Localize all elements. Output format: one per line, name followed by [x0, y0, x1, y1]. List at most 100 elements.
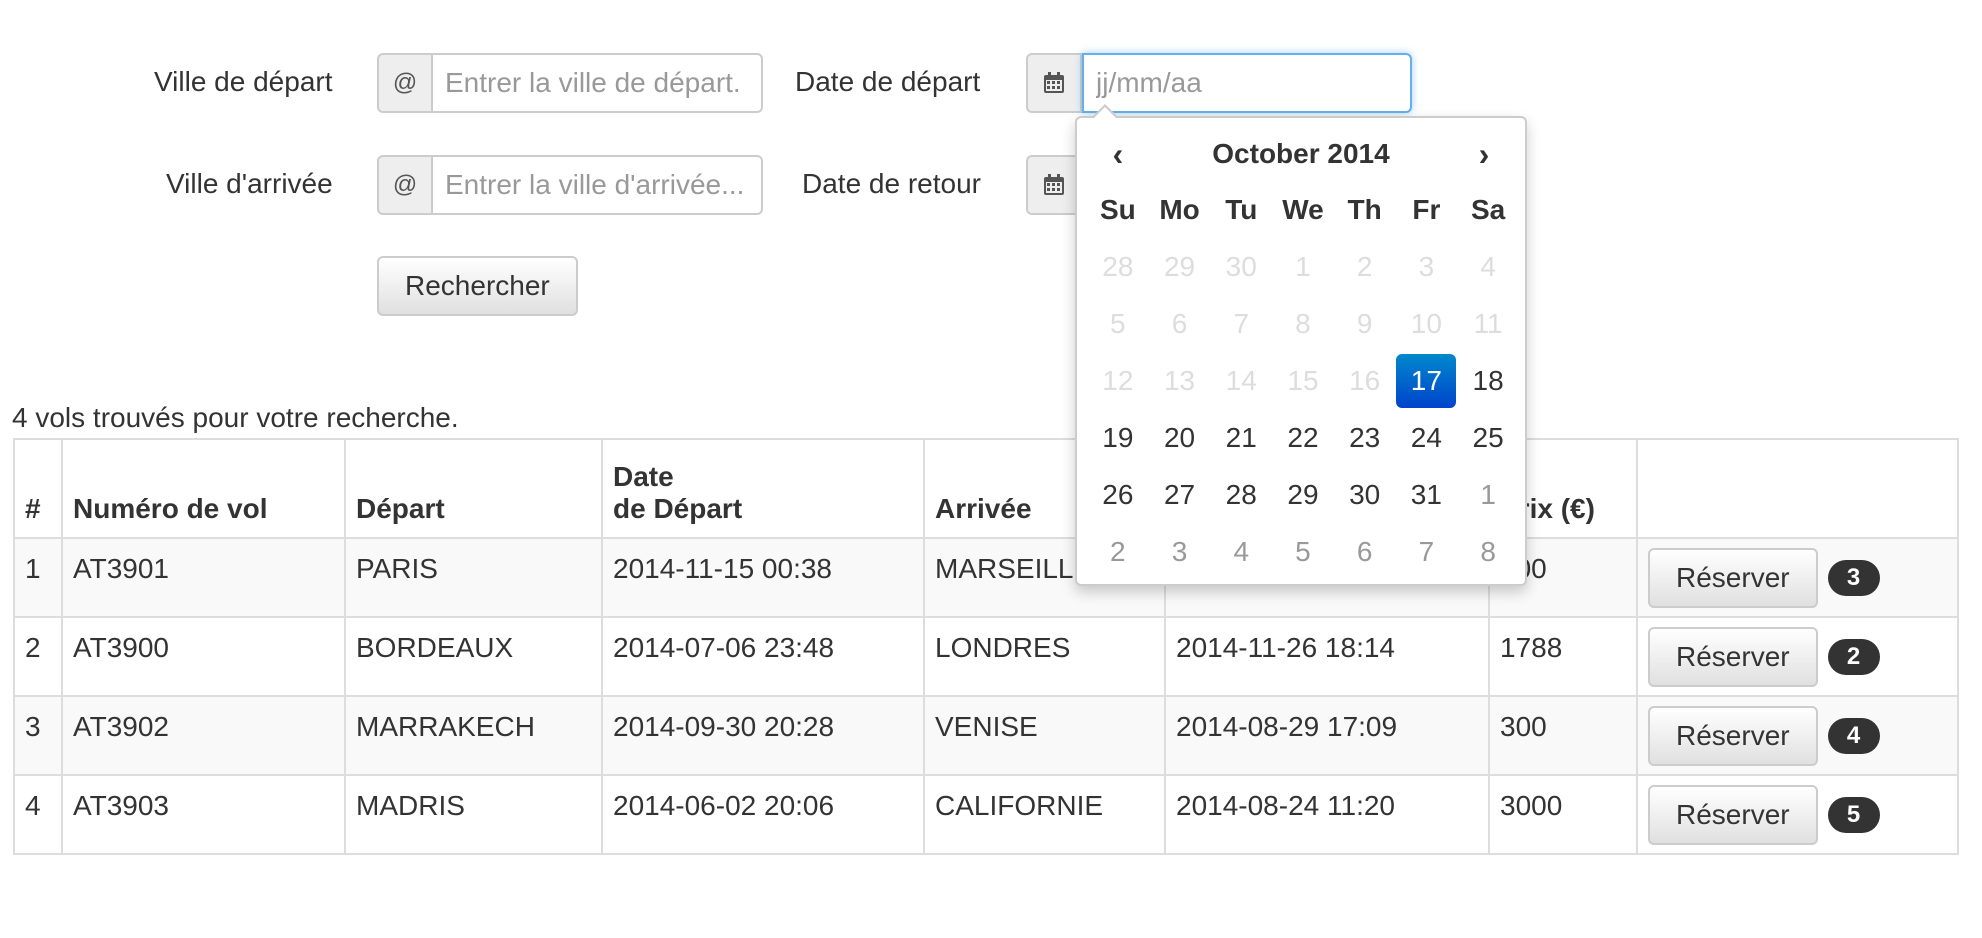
- calendar-day[interactable]: 6: [1334, 523, 1396, 580]
- datepicker-popup: ‹ October 2014 › Su Mo Tu We Th Fr Sa 28 29 30 1 2…: [1075, 104, 1527, 586]
- calendar-day[interactable]: 2: [1087, 523, 1149, 580]
- reserve-button[interactable]: Réserver: [1648, 626, 1818, 687]
- calendar-day-label: 10: [1410, 307, 1442, 339]
- calendar-week: 5 6 7 8 9 10 11: [1087, 295, 1519, 352]
- chevron-left-icon[interactable]: ‹: [1087, 136, 1149, 173]
- calendar-day[interactable]: 25: [1457, 409, 1519, 466]
- ville-arrivee-label: Ville d'arrivée: [166, 168, 333, 199]
- reserve-button[interactable]: Réserver: [1648, 705, 1818, 766]
- calendar-day-label: 3: [1418, 250, 1435, 282]
- ville-arrivee-input[interactable]: [433, 155, 763, 215]
- reserve-button[interactable]: Réserver: [1648, 547, 1818, 608]
- cell-actions: Réserver 3: [1636, 537, 1959, 618]
- calendar-day[interactable]: 31: [1396, 466, 1458, 523]
- cell-date-depart: 2014-06-02 20:06: [601, 774, 925, 855]
- cell-date-depart: 2014-07-06 23:48: [601, 616, 925, 697]
- calendar-day[interactable]: 19: [1087, 409, 1149, 466]
- weekday-header: Sa: [1470, 194, 1506, 225]
- calendar-icon[interactable]: [1026, 53, 1082, 113]
- calendar-day[interactable]: 7: [1396, 523, 1458, 580]
- calendar-day[interactable]: 1: [1457, 466, 1519, 523]
- col-header-date-line2: de Départ: [613, 493, 743, 524]
- calendar-icon[interactable]: [1026, 155, 1082, 215]
- datepicker-grid: Su Mo Tu We Th Fr Sa 28 29 30 1 2 3 4 5 6 7 8 9 10 11 12 13 14…: [1087, 182, 1519, 580]
- calendar-day: 13: [1149, 352, 1211, 409]
- calendar-day[interactable]: 28: [1210, 466, 1272, 523]
- datepicker-title[interactable]: October 2014: [1149, 138, 1453, 170]
- calendar-day-selected[interactable]: 17: [1396, 352, 1458, 409]
- date-depart-input[interactable]: [1082, 53, 1412, 113]
- col-header-date-line1: Date: [613, 461, 674, 492]
- calendar-day-label: 9: [1356, 307, 1373, 339]
- calendar-day-label: 13: [1163, 364, 1196, 396]
- calendar-day: 11: [1457, 295, 1519, 352]
- calendar-day[interactable]: 20: [1149, 409, 1211, 466]
- calendar-week: 28 29 30 1 2 3 4: [1087, 238, 1519, 295]
- cell-date-arrivee: 2014-11-26 18:14: [1164, 616, 1490, 697]
- calendar-day-label: 22: [1287, 421, 1319, 453]
- calendar-day[interactable]: 26: [1087, 466, 1149, 523]
- calendar-day-label: 17: [1396, 353, 1457, 408]
- cell-flight: AT3900: [61, 616, 346, 697]
- reserve-button[interactable]: Réserver: [1648, 784, 1818, 845]
- calendar-day-label: 8: [1295, 307, 1311, 339]
- calendar-day-label: 2: [1356, 250, 1373, 282]
- calendar-day[interactable]: 4: [1210, 523, 1272, 580]
- calendar-day-label: 29: [1163, 250, 1196, 282]
- cell-date-depart: 2014-11-15 00:38: [601, 537, 925, 618]
- calendar-day[interactable]: 21: [1210, 409, 1272, 466]
- chevron-right-icon[interactable]: ›: [1453, 136, 1515, 173]
- cell-date-arrivee: 2014-08-29 17:09: [1164, 695, 1490, 776]
- calendar-day-label: 1: [1295, 250, 1311, 282]
- table-header-row: # Numéro de vol Départ Date de Départ Arr…: [13, 438, 1959, 539]
- calendar-day-label: 21: [1225, 421, 1257, 453]
- calendar-day[interactable]: 5: [1272, 523, 1334, 580]
- calendar-day-label: 1: [1480, 478, 1496, 510]
- cell-date-depart: 2014-09-30 20:28: [601, 695, 925, 776]
- calendar-day: 15: [1272, 352, 1334, 409]
- cell-flight: AT3902: [61, 695, 346, 776]
- calendar-day[interactable]: 8: [1457, 523, 1519, 580]
- calendar-day[interactable]: 27: [1149, 466, 1211, 523]
- calendar-day-label: 19: [1102, 421, 1134, 453]
- at-addon-depart: @: [377, 53, 433, 113]
- calendar-day[interactable]: 24: [1396, 409, 1458, 466]
- calendar-day[interactable]: 30: [1334, 466, 1396, 523]
- calendar-day[interactable]: 23: [1334, 409, 1396, 466]
- calendar-day: 2: [1334, 238, 1396, 295]
- calendar-day-label: 4: [1233, 535, 1250, 567]
- calendar-day[interactable]: 18: [1457, 352, 1519, 409]
- cell-num: 2: [13, 616, 63, 697]
- weekday-header: Th: [1347, 194, 1382, 225]
- cell-actions: Réserver 5: [1636, 774, 1959, 855]
- table-row: 4 AT3903 MADRIS 2014-06-02 20:06 CALIFOR…: [13, 774, 1959, 855]
- calendar-day: 6: [1149, 295, 1211, 352]
- cell-depart: BORDEAUX: [344, 616, 603, 697]
- col-header-num: #: [13, 438, 63, 539]
- ville-depart-label: Ville de départ: [154, 66, 333, 97]
- calendar-week: 19 20 21 22 23 24 25: [1087, 409, 1519, 466]
- calendar-day[interactable]: 22: [1272, 409, 1334, 466]
- calendar-day-label: 6: [1356, 535, 1373, 567]
- calendar-day-label: 11: [1473, 307, 1503, 339]
- cell-arrivee: LONDRES: [923, 616, 1166, 697]
- calendar-day: 12: [1087, 352, 1149, 409]
- col-header-actions: [1636, 438, 1959, 539]
- calendar-day-label: 18: [1472, 364, 1504, 396]
- calendar-day-label: 27: [1163, 478, 1196, 510]
- seats-badge: 5: [1827, 796, 1880, 833]
- col-header-flight: Numéro de vol: [61, 438, 346, 539]
- calendar-day-label: 15: [1287, 364, 1319, 396]
- calendar-day[interactable]: 29: [1272, 466, 1334, 523]
- calendar-day-label: 5: [1110, 307, 1126, 339]
- seats-badge: 4: [1827, 717, 1880, 754]
- ville-depart-input[interactable]: [433, 53, 763, 113]
- weekday-header: Tu: [1225, 194, 1258, 225]
- calendar-day-label: 26: [1102, 478, 1134, 510]
- calendar-day-label: 30: [1225, 250, 1257, 282]
- calendar-day[interactable]: 3: [1149, 523, 1211, 580]
- cell-flight: AT3903: [61, 774, 346, 855]
- date-retour-label: Date de retour: [802, 168, 981, 199]
- seats-badge: 2: [1827, 638, 1880, 675]
- search-button[interactable]: Rechercher: [377, 256, 578, 316]
